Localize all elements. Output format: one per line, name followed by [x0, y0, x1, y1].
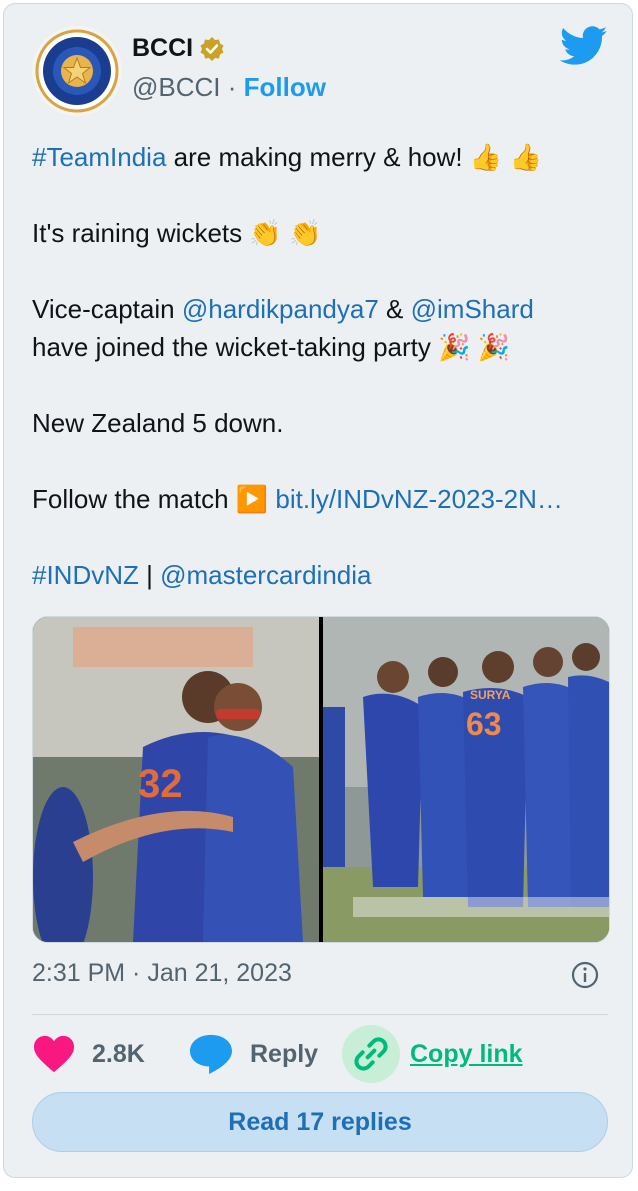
reply-label: Reply [250, 1039, 319, 1068]
tweet-text-segment: have joined the wicket-taking party [32, 332, 439, 362]
tweet-line: Follow the match ▶️ bit.ly/INDvNZ-2023-2… [32, 480, 612, 518]
read-replies-button[interactable]: Read 17 replies [32, 1092, 608, 1152]
bcci-avatar[interactable] [32, 26, 122, 116]
tweet-actions: 2.8K Reply Copy link [32, 1024, 612, 1084]
party-popper-emoji-icon: 🎉 🎉 [438, 332, 511, 362]
follow-button[interactable]: Follow [244, 72, 326, 102]
reply-bubble-icon [190, 1034, 232, 1075]
bcci-logo-icon [35, 29, 119, 113]
hashtag-indvnz[interactable]: #INDvNZ [32, 560, 139, 590]
reply-button[interactable]: Reply [188, 1024, 318, 1084]
link-icon [354, 1037, 388, 1071]
clapping-emoji-icon: 👏 👏 [249, 218, 322, 248]
divider [32, 1014, 608, 1015]
tweet-text-segment: Vice-captain [32, 294, 182, 324]
tweet-text-segment: & [378, 294, 411, 324]
heart-icon [34, 1035, 74, 1073]
copy-link-circle [342, 1025, 400, 1083]
thumbs-up-emoji-icon: 👍 👍 [469, 142, 542, 172]
jersey-number: 63 [466, 706, 502, 742]
author-name-row: BCCI [132, 34, 225, 63]
handle-separator: · [227, 72, 237, 102]
tweet-line: New Zealand 5 down. [32, 404, 612, 442]
tweet-text-segment: Follow the match [32, 484, 236, 514]
tweet-media: 32 SURYA 63 [32, 616, 610, 943]
tweet-line: #TeamIndia are making merry & how! 👍 👍 [32, 138, 612, 176]
info-icon[interactable] [570, 960, 600, 990]
photo-celebration[interactable]: 32 [33, 617, 319, 942]
author-name[interactable]: BCCI [132, 34, 193, 63]
mention-imshard[interactable]: @imShard [411, 294, 534, 324]
twitter-bird-icon[interactable] [560, 26, 608, 66]
photo-team-huddle[interactable]: SURYA 63 [323, 617, 609, 942]
celebration-photo-icon: 32 [33, 617, 319, 942]
verified-badge-icon [200, 36, 224, 61]
team-huddle-photo-icon: SURYA 63 [323, 617, 609, 942]
play-button-emoji-icon: ▶️ [235, 484, 269, 514]
tweet-text-segment: | [138, 560, 161, 590]
author-handle-row: @BCCI · Follow [132, 72, 326, 103]
hashtag-teamindia[interactable]: #TeamIndia [32, 142, 166, 172]
tweet-text-segment: New Zealand 5 down. [32, 408, 284, 438]
tweet-card: BCCI @BCCI · Follow #TeamIndia are makin… [3, 3, 633, 1178]
tweet-line: Vice-captain @hardikpandya7 & @imShard ha… [32, 290, 612, 366]
tweet-line: #INDvNZ | @mastercardindia [32, 556, 612, 594]
tweet-text-segment: It's raining wickets [32, 218, 250, 248]
match-link[interactable]: bit.ly/INDvNZ-2023-2N… [275, 484, 563, 514]
svg-text:32: 32 [138, 762, 183, 806]
mention-hardikpandya7[interactable]: @hardikpandya7 [182, 294, 379, 324]
copy-link-label: Copy link [410, 1039, 523, 1068]
tweet-text: #TeamIndia are making merry & how! 👍 👍 I… [32, 138, 612, 594]
tweet-timestamp[interactable]: 2:31 PM · Jan 21, 2023 [32, 959, 292, 988]
author-handle[interactable]: @BCCI [132, 72, 221, 102]
like-button[interactable]: 2.8K [32, 1024, 145, 1084]
jersey-name: SURYA [470, 688, 511, 702]
like-count: 2.8K [92, 1039, 145, 1068]
tweet-text-segment: are making merry & how! [166, 142, 470, 172]
tweet-line: It's raining wickets 👏 👏 [32, 214, 612, 252]
copy-link-button[interactable]: Copy link [342, 1024, 523, 1084]
mention-mastercardindia[interactable]: @mastercardindia [160, 560, 371, 590]
